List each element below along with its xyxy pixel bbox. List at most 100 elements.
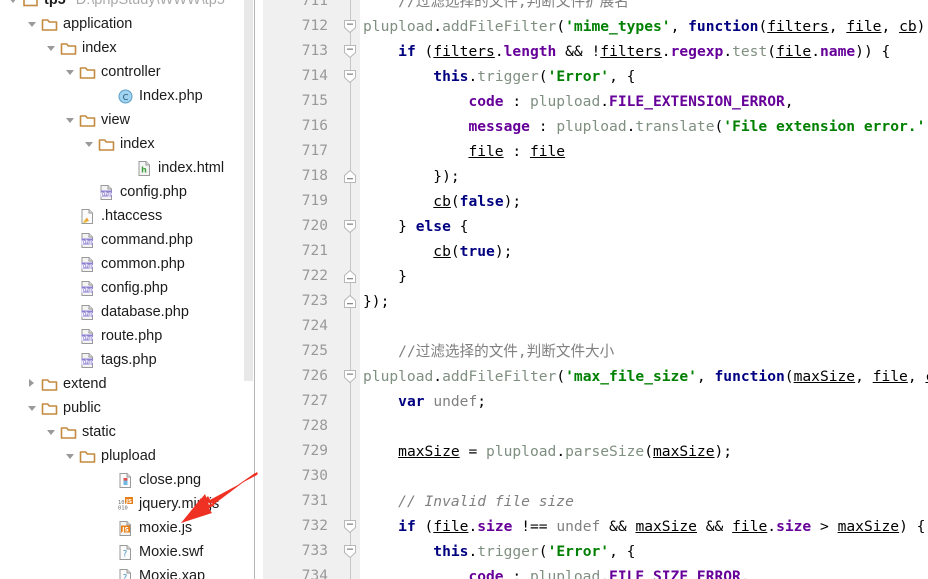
code-line[interactable]: //过滤选择的文件,判断文件扩展名 <box>360 0 928 14</box>
tree-scrollbar-thumb[interactable] <box>244 0 253 381</box>
project-tree-panel[interactable]: tp5 D:\phpStudy\WWW\tp5 application index co… <box>0 0 263 579</box>
tree-item-tags-php[interactable]: php tags.php <box>0 348 253 372</box>
code-line[interactable]: maxSize = plupload.parseSize(maxSize); <box>360 439 928 464</box>
tree-item-tp5[interactable]: tp5 D:\phpStudy\WWW\tp5 <box>0 0 253 12</box>
tree-item-index[interactable]: index <box>0 36 253 60</box>
fold-marker[interactable] <box>343 70 357 84</box>
code-line[interactable]: cb(false); <box>360 189 928 214</box>
folder-icon <box>40 372 60 396</box>
php-file-icon: php <box>78 348 98 372</box>
tree-item-route-php[interactable]: php route.php <box>0 324 253 348</box>
code-editor[interactable]: 711 712 713 714 715 716 717 718 719 720 721 722 723 7… <box>263 0 928 579</box>
fold-toggle-icon[interactable] <box>340 514 360 539</box>
fold-marker[interactable] <box>343 269 357 283</box>
fold-marker[interactable] <box>343 169 357 183</box>
unknown-file-icon: ? <box>116 564 136 579</box>
tree-item-command-php[interactable]: php command.php <box>0 228 253 252</box>
tree-item-database-php[interactable]: php database.php <box>0 300 253 324</box>
code-line[interactable]: }); <box>360 289 928 314</box>
code-line[interactable]: var undef; <box>360 389 928 414</box>
tree-item-label: route.php <box>101 328 163 344</box>
tree-item-label: database.php <box>101 304 189 320</box>
tree-item-controller[interactable]: controller <box>0 60 253 84</box>
tree-item-moxie-xap[interactable]: ? Moxie.xap <box>0 564 253 579</box>
fold-toggle-icon[interactable] <box>340 214 360 239</box>
tree-item--htaccess[interactable]: .htaccess <box>0 204 253 228</box>
fold-toggle-icon[interactable] <box>340 289 360 314</box>
tree-item-plupload[interactable]: plupload <box>0 444 253 468</box>
tree-item-config-php[interactable]: php config.php <box>0 276 253 300</box>
fold-toggle-icon[interactable] <box>340 14 360 39</box>
code-line[interactable]: if (file.size !== undef && maxSize && fi… <box>360 514 928 539</box>
code-line[interactable] <box>360 464 928 489</box>
fold-marker[interactable] <box>343 370 357 384</box>
chevron-down-icon[interactable] <box>6 0 21 12</box>
fold-toggle-icon[interactable] <box>340 39 360 64</box>
chevron-down-icon[interactable] <box>82 132 97 156</box>
code-line[interactable]: message : plupload.translate('File exten… <box>360 114 928 139</box>
chevron-down-icon[interactable] <box>63 60 78 84</box>
line-number-gutter[interactable]: 711 712 713 714 715 716 717 718 719 720 721 722 723 7… <box>263 0 340 579</box>
code-line[interactable]: //过滤选择的文件,判断文件大小 <box>360 339 928 364</box>
code-line[interactable]: // Invalid file size <box>360 489 928 514</box>
svg-text:php: php <box>81 360 93 366</box>
code-line[interactable]: plupload.addFileFilter('max_file_size', … <box>360 364 928 389</box>
panel-divider[interactable] <box>254 0 255 579</box>
fold-marker[interactable] <box>343 20 357 34</box>
fold-toggle-icon[interactable] <box>340 264 360 289</box>
code-folding-gutter[interactable] <box>340 0 360 579</box>
chevron-right-icon[interactable] <box>25 372 40 396</box>
tree-item-application[interactable]: application <box>0 12 253 36</box>
chevron-down-icon[interactable] <box>63 444 78 468</box>
code-line[interactable] <box>360 314 928 339</box>
tree-item-view[interactable]: view <box>0 108 253 132</box>
fold-toggle-icon[interactable] <box>340 64 360 89</box>
tree-item-close-png[interactable]: close.png <box>0 468 253 492</box>
code-line[interactable] <box>360 414 928 439</box>
fold-marker[interactable] <box>343 520 357 534</box>
tree-item-config-php[interactable]: php config.php <box>0 180 253 204</box>
code-line[interactable]: this.trigger('Error', { <box>360 539 928 564</box>
chevron-down-icon[interactable] <box>44 420 59 444</box>
chevron-down-icon[interactable] <box>44 36 59 60</box>
fold-marker[interactable] <box>343 45 357 59</box>
chevron-down-icon[interactable] <box>63 108 78 132</box>
code-line[interactable]: cb(true); <box>360 239 928 264</box>
chevron-down-icon[interactable] <box>25 12 40 36</box>
tree-item-moxie-js[interactable]: JS moxie.js <box>0 516 253 540</box>
code-line[interactable]: if (filters.length && !filters.regexp.te… <box>360 39 928 64</box>
tree-item-extend[interactable]: extend <box>0 372 253 396</box>
tree-item-index[interactable]: index <box>0 132 253 156</box>
fold-toggle-icon[interactable] <box>340 164 360 189</box>
code-line[interactable]: } else { <box>360 214 928 239</box>
fold-marker[interactable] <box>343 220 357 234</box>
code-line[interactable]: file : file <box>360 139 928 164</box>
fold-marker[interactable] <box>343 545 357 559</box>
code-line[interactable]: code : plupload.FILE_SIZE_ERROR, <box>360 564 928 579</box>
fold-toggle-icon[interactable] <box>340 364 360 389</box>
tree-item-index-html[interactable]: h index.html <box>0 156 253 180</box>
fold-toggle-icon[interactable] <box>340 539 360 564</box>
code-line[interactable]: code : plupload.FILE_EXTENSION_ERROR, <box>360 89 928 114</box>
code-line[interactable]: }); <box>360 164 928 189</box>
tree-item-common-php[interactable]: php common.php <box>0 252 253 276</box>
code-line[interactable]: } <box>360 264 928 289</box>
tree-item-public[interactable]: public <box>0 396 253 420</box>
svg-text:php: php <box>81 240 93 246</box>
fold-marker[interactable] <box>343 294 357 308</box>
tree-item-static[interactable]: static <box>0 420 253 444</box>
tree-item-moxie-swf[interactable]: ? Moxie.swf <box>0 540 253 564</box>
php-file-icon: php <box>78 324 98 348</box>
line-number: 715 <box>301 93 328 109</box>
line-number: 722 <box>301 268 328 284</box>
code-text-area[interactable]: //过滤选择的文件,判断文件扩展名 plupload.addFileFilter(… <box>360 0 928 579</box>
chevron-down-icon[interactable] <box>25 396 40 420</box>
code-line[interactable]: plupload.addFileFilter('mime_types', fun… <box>360 14 928 39</box>
code-line[interactable]: this.trigger('Error', { <box>360 64 928 89</box>
tree-item-index-php[interactable]: C Index.php <box>0 84 253 108</box>
tree-item-jquery-min-js[interactable]: 10 010 JS jquery.min.js <box>0 492 253 516</box>
